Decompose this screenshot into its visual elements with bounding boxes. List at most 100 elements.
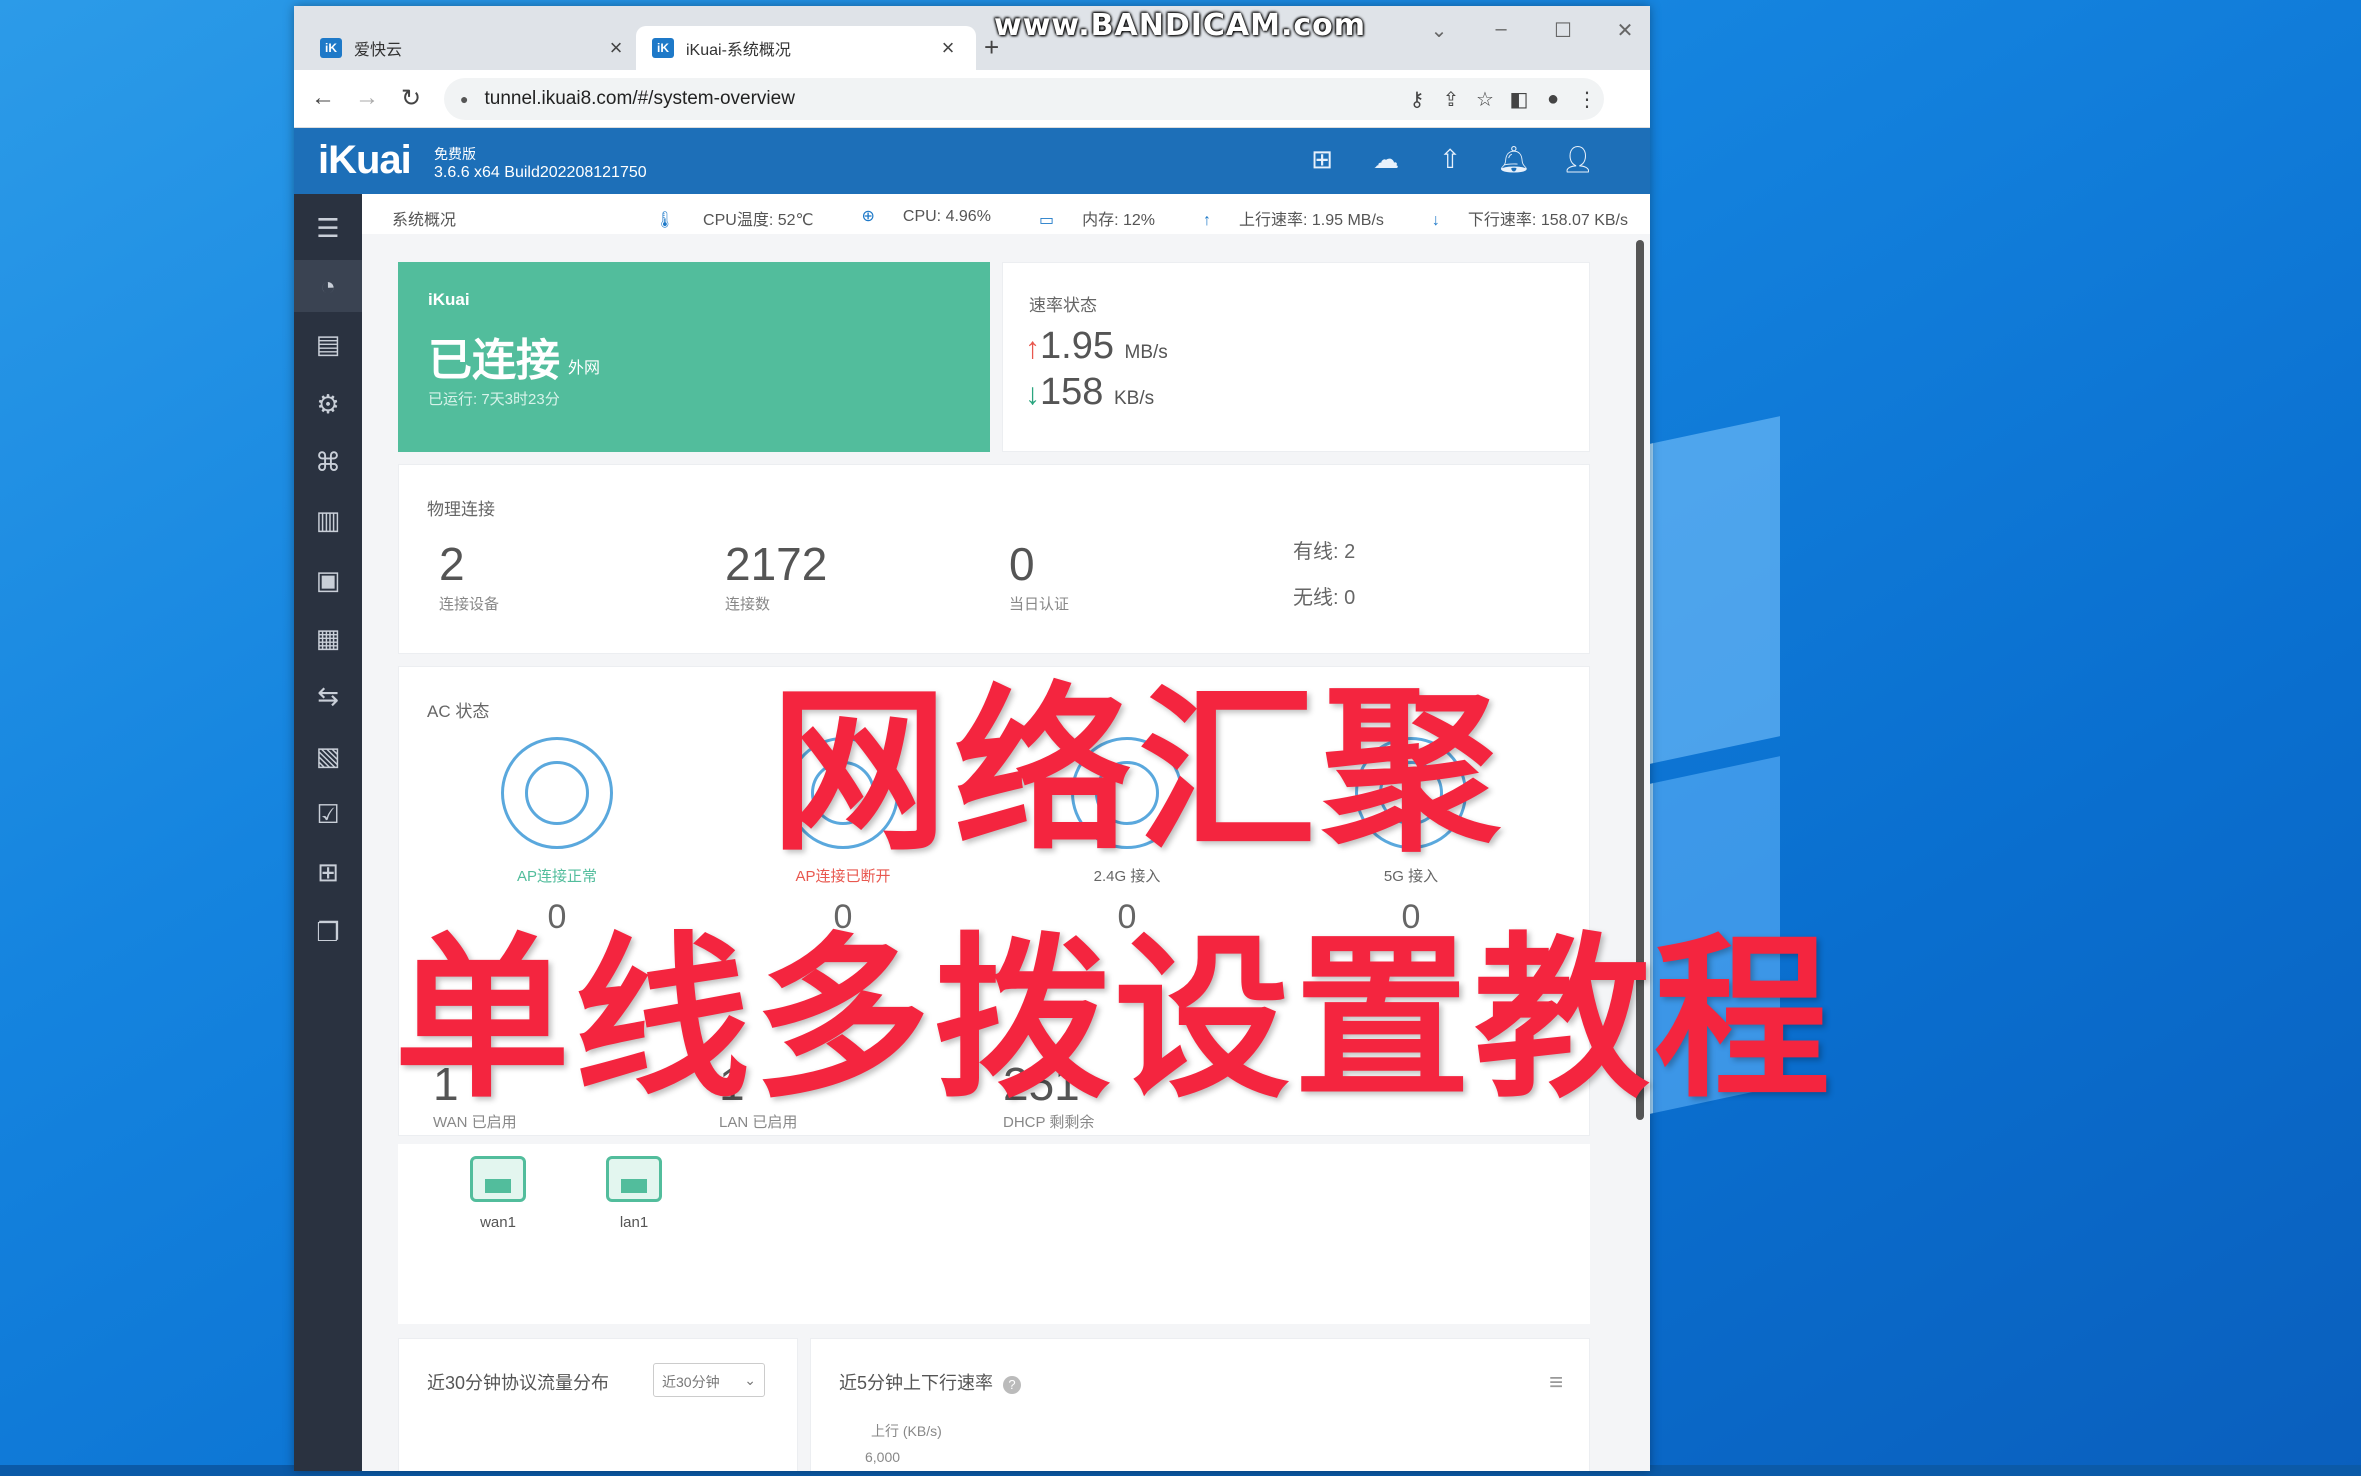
speed-status-card: 速率状态 ↑1.95 MB/s ↓158 KB/s bbox=[1002, 262, 1590, 452]
arrow-up-icon: ↑ bbox=[1025, 332, 1040, 365]
ethernet-port-icon bbox=[470, 1156, 526, 1202]
physical-connection-card: 物理连接 2 连接设备 2172 连接数 0 当日认证 有线: 2 无线: 0 bbox=[398, 464, 1590, 654]
chart-menu-icon[interactable]: ≡ bbox=[1549, 1369, 1563, 1397]
share-icon[interactable]: ⇪ bbox=[1434, 87, 1468, 112]
interface-label: wan1 bbox=[480, 1214, 516, 1231]
upload-text: 上行速率: 1.95 MB/s bbox=[1238, 212, 1384, 229]
chevron-down-icon[interactable]: ⌄ bbox=[1424, 18, 1454, 43]
user-icon[interactable]: 👤︎ bbox=[1546, 144, 1610, 175]
download-speed: ↓158 KB/s bbox=[1025, 371, 1154, 414]
star-icon[interactable]: ☆ bbox=[1468, 87, 1502, 112]
transfer-icon[interactable]: ⇆ bbox=[294, 670, 362, 722]
download-speed-unit: KB/s bbox=[1113, 388, 1155, 409]
connection-network: 外网 bbox=[568, 360, 601, 377]
address-bar: ← → ↻ ● tunnel.ikuai8.com/#/system-overv… bbox=[294, 70, 1650, 128]
time-range-select[interactable]: 近30分钟 ⌄ bbox=[653, 1363, 765, 1397]
auth-icon[interactable]: ▣ bbox=[294, 554, 362, 606]
flow-control-icon[interactable]: ▥ bbox=[294, 494, 362, 546]
cpu-temp-text: CPU温度: 52℃ bbox=[703, 212, 814, 229]
status-bar: 系统概况 🌡︎ CPU温度: 52℃ ⊕ CPU: 4.96% ▭ 内存: 12% ↑… bbox=[362, 194, 1650, 234]
sidepanel-icon[interactable]: ◧ bbox=[1502, 87, 1536, 112]
overlay-title-line1: 网络汇聚 bbox=[770, 668, 1506, 875]
protocol-traffic-title: 近30分钟协议流量分布 bbox=[427, 1373, 610, 1393]
monitor-icon[interactable]: ▤ bbox=[294, 318, 362, 370]
upload-speed-value: 1.95 bbox=[1040, 325, 1114, 367]
chart-tick-label: 6,000 bbox=[865, 1449, 901, 1465]
arrow-down-icon: ↓ bbox=[1025, 378, 1040, 411]
close-icon[interactable]: × bbox=[936, 35, 960, 61]
rate-chart-title-text: 近5分钟上下行速率 bbox=[839, 1373, 994, 1393]
back-icon[interactable]: ← bbox=[308, 84, 338, 112]
window-close-icon[interactable]: ✕ bbox=[1610, 18, 1640, 43]
memory-icon: ▭ bbox=[1038, 212, 1055, 229]
cloud-icon[interactable]: ☁ bbox=[1354, 144, 1418, 175]
tab-system-overview[interactable]: iK iKuai-系统概况 × bbox=[636, 26, 976, 70]
ac-label: AP连接正常 bbox=[516, 868, 597, 885]
apps-grid-icon[interactable]: ⊞ bbox=[294, 846, 362, 898]
reload-icon[interactable]: ↻ bbox=[396, 84, 426, 113]
close-icon[interactable]: × bbox=[604, 35, 628, 61]
ikuai-header: iKuai 免费版 3.6.6 x64 Build202208121750 ⊞ … bbox=[294, 128, 1650, 194]
auth-stat: 0 当日认证 bbox=[1009, 537, 1069, 614]
access-point-icon bbox=[501, 737, 613, 849]
gear-icon[interactable]: ⚙ bbox=[294, 378, 362, 430]
download-text: 下行速率: 158.07 KB/s bbox=[1467, 212, 1628, 229]
menu-toggle-icon[interactable]: ☰ bbox=[294, 202, 362, 254]
auth-value: 0 bbox=[1009, 538, 1035, 590]
connection-brand: iKuai bbox=[428, 290, 470, 309]
windows-logo-upper bbox=[1650, 416, 1780, 764]
upload-speed: ↑1.95 MB/s bbox=[1025, 325, 1168, 368]
menu-icon[interactable]: ⋮ bbox=[1570, 87, 1604, 112]
chevron-down-icon: ⌄ bbox=[744, 1372, 756, 1388]
interface-wan1[interactable]: wan1 bbox=[458, 1156, 538, 1231]
chart-axis-title: 上行 (KB/s) bbox=[871, 1423, 942, 1439]
help-icon[interactable]: ? bbox=[1003, 1376, 1022, 1394]
connection-status: 已连接 bbox=[428, 336, 560, 385]
firewall-icon[interactable]: ▧ bbox=[294, 730, 362, 782]
interface-lan1[interactable]: lan1 bbox=[594, 1156, 674, 1231]
cpu-stat: ⊕ CPU: 4.96% bbox=[837, 206, 990, 230]
connection-status-card: iKuai 已连接 外网 已运行: 7天3时23分 bbox=[398, 262, 990, 452]
apps-icon[interactable]: ⊞ bbox=[1290, 144, 1354, 175]
dashboard-icon[interactable]: ◔ bbox=[294, 260, 362, 312]
auth-label: 当日认证 bbox=[1009, 596, 1070, 613]
uptime-text: 已运行: 7天3时23分 bbox=[428, 391, 560, 408]
memory-text: 内存: 12% bbox=[1082, 212, 1155, 229]
minimize-icon[interactable]: – bbox=[1486, 18, 1516, 41]
ikuai-favicon-icon: iK bbox=[320, 38, 342, 58]
tab-title: 爱快云 bbox=[354, 42, 403, 59]
version-label: 3.6.6 x64 Build202208121750 bbox=[434, 164, 647, 181]
document-icon[interactable]: ❐ bbox=[294, 906, 362, 958]
connections-label: 连接数 bbox=[725, 596, 771, 613]
behavior-icon[interactable]: ☑ bbox=[294, 788, 362, 840]
arrow-down-icon: ↓ bbox=[1431, 212, 1440, 229]
upload-speed-unit: MB/s bbox=[1124, 342, 1168, 363]
tab-ikuai-cloud[interactable]: iK 爱快云 × bbox=[304, 26, 644, 70]
forward-icon[interactable]: → bbox=[352, 84, 382, 112]
ikuai-logo[interactable]: iKuai bbox=[318, 138, 412, 183]
cpu-icon: ⊕ bbox=[861, 208, 875, 225]
profile-icon[interactable]: ● bbox=[1536, 88, 1570, 111]
tab-title: iKuai-系统概况 bbox=[686, 42, 791, 59]
user-card-icon[interactable]: ▦ bbox=[294, 612, 362, 664]
interface-label: lan1 bbox=[619, 1214, 649, 1231]
overlay-title-line2: 单线多拨设置教程 bbox=[394, 917, 1835, 1122]
upgrade-icon[interactable]: ⇧ bbox=[1418, 144, 1482, 175]
cpu-text: CPU: 4.96% bbox=[902, 208, 991, 225]
wired-count: 有线: 2 bbox=[1293, 541, 1356, 563]
physical-title: 物理连接 bbox=[427, 500, 495, 519]
connections-stat: 2172 连接数 bbox=[725, 537, 827, 614]
download-stat: ↓ 下行速率: 158.07 KB/s bbox=[1408, 206, 1628, 230]
arrow-up-icon: ↑ bbox=[1202, 212, 1211, 229]
bell-icon[interactable]: 🔔︎ bbox=[1482, 144, 1546, 175]
interfaces-panel: wan1 lan1 bbox=[398, 1144, 1590, 1324]
devices-value: 2 bbox=[439, 538, 465, 590]
wireless-count: 无线: 0 bbox=[1293, 587, 1356, 609]
sidebar: ☰ ◔ ▤ ⚙ ⌘ ▥ ▣ ▦ ⇆ ▧ ☑ ⊞ ❐ bbox=[294, 194, 362, 1471]
maximize-icon[interactable]: ☐ bbox=[1548, 18, 1578, 43]
rate-chart-card: 近5分钟上下行速率? ≡ 上行 (KB/s) 6,000 bbox=[810, 1338, 1590, 1471]
speed-title: 速率状态 bbox=[1029, 296, 1097, 315]
network-icon[interactable]: ⌘ bbox=[294, 436, 362, 488]
url-field[interactable]: ● tunnel.ikuai8.com/#/system-overview ⚷ … bbox=[444, 78, 1604, 120]
key-icon[interactable]: ⚷ bbox=[1400, 87, 1434, 112]
